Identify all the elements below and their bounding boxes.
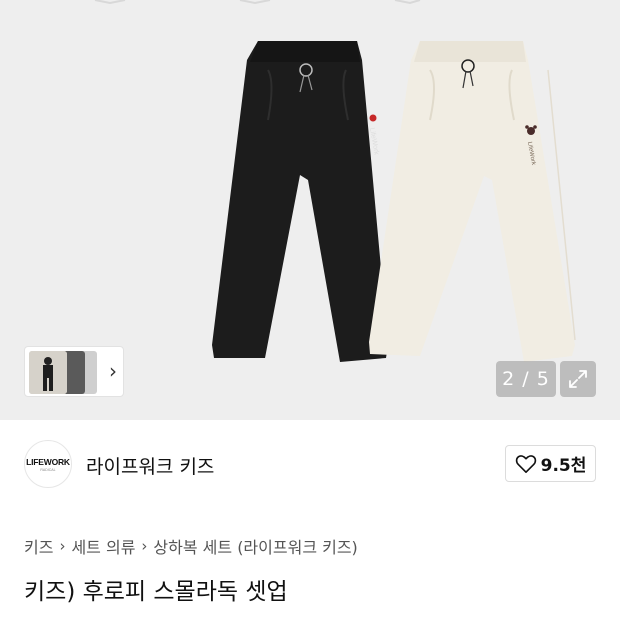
product-image-gallery[interactable]: LifeWork LifeWork › 2 / 5 xyxy=(0,0,620,420)
thumbnail-next-icon[interactable]: › xyxy=(109,360,117,382)
expand-icon xyxy=(569,370,587,388)
breadcrumb-item-set-clothing[interactable]: 세트 의류 xyxy=(71,534,135,558)
product-title: 키즈) 후로피 스몰라독 셋업 xyxy=(24,579,288,605)
thumbnail-1-image xyxy=(29,351,67,394)
thumbnail-stack[interactable] xyxy=(29,351,99,394)
brand-logo[interactable]: LIFEWORK RADICAL xyxy=(24,440,72,488)
expand-button[interactable] xyxy=(560,361,596,397)
heart-outline-icon xyxy=(515,454,536,473)
thumbnail-strip[interactable]: › xyxy=(24,346,124,397)
thumbnail-1[interactable] xyxy=(29,351,67,394)
image-counter: 2 / 5 xyxy=(496,361,556,397)
cream-pants: LifeWork xyxy=(369,41,576,362)
brand-name[interactable]: 라이프워크 키즈 xyxy=(86,452,214,479)
like-button[interactable]: 9.5천 xyxy=(505,445,596,482)
brand-row: LIFEWORK RADICAL 라이프워크 키즈 9.5천 xyxy=(24,440,596,488)
like-count: 9.5천 xyxy=(540,456,587,476)
brand-logo-subtext: RADICAL xyxy=(40,467,56,472)
breadcrumb: 키즈 › 세트 의류 › 상하복 세트 (라이프워크 키즈) xyxy=(24,534,358,558)
breadcrumb-separator-icon: › xyxy=(141,537,148,555)
breadcrumb-item-kids[interactable]: 키즈 xyxy=(24,534,53,558)
breadcrumb-separator-icon: › xyxy=(59,537,66,555)
brand-logo-text: LIFEWORK xyxy=(26,456,70,467)
black-pants: LifeWork xyxy=(212,41,388,362)
breadcrumb-item-top-bottom-set[interactable]: 상하복 세트 (라이프워크 키즈) xyxy=(153,534,357,558)
